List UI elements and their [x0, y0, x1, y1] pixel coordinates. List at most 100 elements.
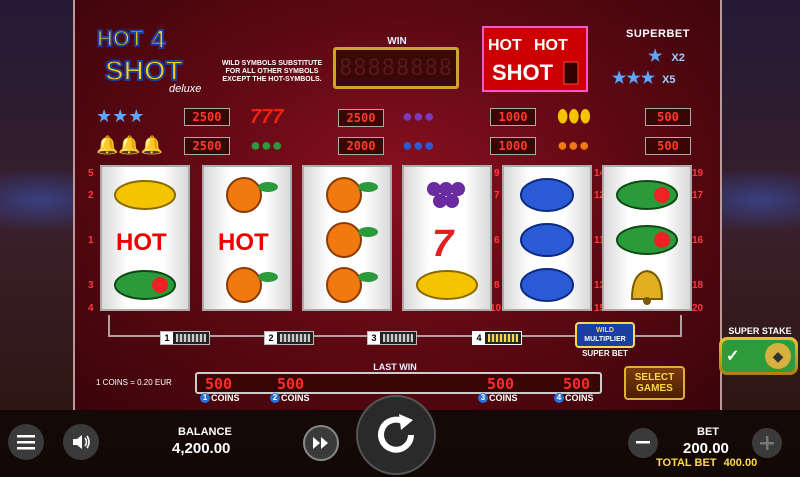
svg-text:7: 7 [432, 223, 455, 260]
select-games-button[interactable]: SELECT GAMES [624, 366, 685, 400]
last-win-value: 500 [205, 375, 233, 393]
orange-icon: ●●● [557, 135, 590, 155]
bet-increase-button[interactable] [752, 428, 782, 458]
hot-icon: HOT [204, 216, 290, 264]
total-bet: TOTAL BET 400.00 [656, 457, 757, 469]
grapes-icon: ●●● [402, 106, 435, 126]
pay-value: 500 [645, 107, 691, 126]
reels-area: HOT HOT 7 [96, 165, 694, 311]
pay-value: 2000 [338, 136, 384, 155]
paytable-lemons: ⬮⬮⬮ 500 [557, 106, 691, 127]
coin-marker-1[interactable]: 1 [160, 331, 210, 345]
coin-marker-4[interactable]: 4 [472, 331, 522, 345]
coin-icon: 2 [270, 393, 280, 403]
superbet-mult-1: X2 [671, 52, 685, 64]
game-logo: HOT 4 SHOT deluxe [95, 22, 215, 95]
reel-4: 7 [402, 165, 492, 311]
pay-value: 500 [645, 136, 691, 155]
orange-icon [304, 171, 390, 219]
lemon-icon [404, 261, 490, 309]
line-number: 5 [88, 168, 94, 179]
total-bet-label: TOTAL BET [656, 457, 717, 469]
melon-icon [604, 171, 690, 219]
bet-decrease-button[interactable] [628, 428, 658, 458]
plum-icon: ●●● [402, 135, 435, 155]
coin-marker-bars [383, 334, 413, 342]
pay-value: 2500 [338, 108, 384, 127]
line-number: 1 [88, 235, 94, 246]
hotshot-text-top: HOT [488, 37, 522, 54]
bell-icon [604, 261, 690, 309]
reel-2: HOT [202, 165, 292, 311]
last-win-label: LAST WIN [373, 362, 417, 372]
coin-icon: 1 [200, 393, 210, 403]
spin-button[interactable] [356, 395, 436, 475]
seven-icon: 777 [250, 106, 284, 128]
coin-marker-number: 4 [473, 332, 485, 344]
pay-value: 2500 [184, 136, 230, 155]
coin-marker-number: 2 [265, 332, 277, 344]
melon-icon: ●●● [250, 135, 283, 155]
super-stake-toggle[interactable]: ✓ ◆ [719, 337, 798, 375]
wild-mult-middle: MULTIPLIER [584, 336, 626, 343]
reel-1: HOT [100, 165, 190, 311]
hotshot-text-top2: HOT [534, 37, 568, 54]
coin-tag-3: 3 COINS [478, 393, 518, 403]
minus-icon [636, 441, 650, 444]
seven-icon: 7 [404, 216, 490, 264]
sound-button[interactable] [63, 424, 99, 460]
plum-icon [504, 171, 590, 219]
paytable-wild: ★★★ 2500 [96, 106, 230, 127]
reel-6 [602, 165, 692, 311]
coin-marker-2[interactable]: 2 [264, 331, 314, 345]
coin-tag-2: 2 COINS [270, 393, 310, 403]
lemon-icon: ⬮⬮⬮ [557, 106, 591, 126]
line-number: 4 [88, 303, 94, 314]
coin-tag-label: COINS [565, 393, 594, 403]
hotshot-text-bottom: SHOT [492, 60, 554, 85]
coin-marker-number: 1 [161, 332, 173, 344]
wild-stars-icon: ★★★ [96, 106, 145, 126]
wild-info-text: WILD SYMBOLS SUBSTITUTE FOR ALL OTHER SY… [221, 60, 323, 83]
last-win-value: 500 [563, 375, 591, 393]
hotshot-logo: HOT HOT SHOT [482, 26, 588, 92]
bet-value: 200.00 [683, 440, 729, 457]
coin-marker-bars [280, 334, 310, 342]
hotshot-counter-icon [563, 61, 579, 85]
coin-icon: 4 [554, 393, 564, 403]
plus-icon [760, 436, 774, 450]
paytable-oranges: ●●● 500 [557, 135, 691, 156]
fast-forward-icon [313, 437, 328, 449]
spin-icon [378, 414, 414, 453]
menu-button[interactable] [8, 424, 44, 460]
total-bet-value: 400.00 [723, 457, 758, 469]
svg-text:HOT: HOT [218, 229, 269, 256]
svg-text:HOT: HOT [116, 229, 167, 256]
paytable-plums: ●●● 1000 [402, 135, 536, 156]
win-display: 88888888 [333, 47, 459, 89]
line-number: 2 [88, 190, 94, 201]
super-stake-label: SUPER STAKE [728, 326, 792, 336]
paytable-melons: ●●● 2000 [250, 135, 384, 156]
super-stake-toggle-track: ✓ ◆ [722, 340, 795, 372]
melon-icon [604, 216, 690, 264]
reel-3 [302, 165, 392, 311]
pay-value: 1000 [490, 136, 536, 155]
wild-multiplier-badge: WILD MULTIPLIER SUPER BET [575, 322, 635, 358]
pay-value: 2500 [184, 107, 230, 126]
menu-icon [17, 435, 35, 450]
plum-icon [504, 261, 590, 309]
coin-tag-label: COINS [281, 393, 310, 403]
wild-mult-bottom: SUPER BET [582, 349, 628, 358]
balance-label: BALANCE [178, 426, 232, 438]
last-win-display: 500 500 500 500 [195, 372, 602, 394]
wild-star-icon: ★ [648, 48, 663, 65]
superbet-row-2: ★★★ X5 [612, 68, 676, 88]
reel-5 [502, 165, 592, 311]
coin-tag-label: COINS [489, 393, 518, 403]
autoplay-button[interactable] [303, 425, 339, 461]
orange-icon [204, 171, 290, 219]
coin-marker-number: 3 [368, 332, 380, 344]
coin-marker-bars [488, 334, 518, 342]
coin-marker-3[interactable]: 3 [367, 331, 417, 345]
